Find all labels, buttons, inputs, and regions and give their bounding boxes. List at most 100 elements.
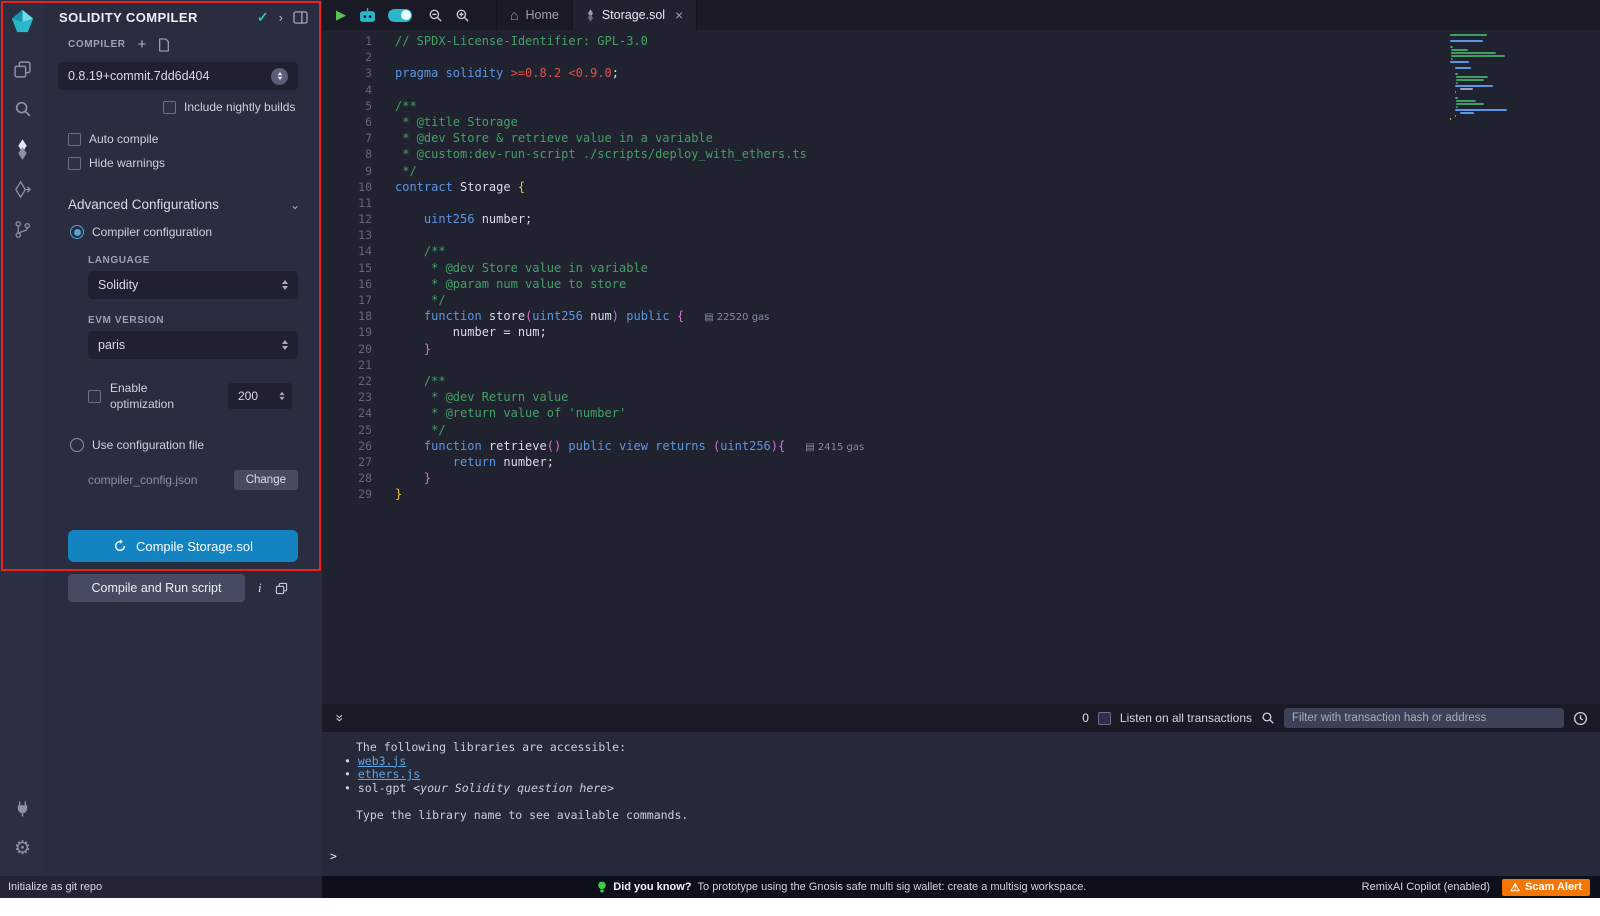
code-line: 21 <box>322 357 1600 373</box>
home-icon: ⌂ <box>510 7 518 23</box>
chevron-down-icon: ⌄ <box>290 198 300 212</box>
close-tab-icon[interactable]: × <box>675 7 683 23</box>
code-line: 13 <box>322 227 1600 243</box>
add-compiler-icon[interactable]: + <box>138 36 147 53</box>
config-filename: compiler_config.json <box>88 473 197 487</box>
pending-transactions-icon[interactable] <box>1573 711 1588 726</box>
info-icon[interactable]: i <box>258 580 262 596</box>
pin-panel-icon[interactable] <box>293 11 308 24</box>
code-line: 28 } <box>322 470 1600 486</box>
code-line: 25 */ <box>322 422 1600 438</box>
transaction-count: 0 <box>1082 711 1089 725</box>
auto-compile-checkbox[interactable] <box>68 133 81 146</box>
settings-gear-icon[interactable]: ⚙ <box>0 828 45 868</box>
plugin-manager-icon[interactable] <box>0 788 45 828</box>
copilot-status[interactable]: RemixAI Copilot (enabled) <box>1362 881 1490 893</box>
language-select[interactable]: Solidity <box>88 271 298 299</box>
copy-icon[interactable] <box>275 582 288 595</box>
compiler-version-select[interactable]: 0.8.19+commit.7dd6d404 <box>58 62 298 90</box>
solidity-compiler-icon[interactable] <box>0 129 45 169</box>
terminal-line: • ethers.js <box>322 768 1600 782</box>
terminal-search-icon[interactable] <box>1261 711 1275 725</box>
code-line: 27 return number; <box>322 454 1600 470</box>
compiler-configuration-radio[interactable] <box>70 225 84 239</box>
code-lines: 1// SPDX-License-Identifier: GPL-3.023pr… <box>322 30 1600 502</box>
lightbulb-icon <box>597 880 607 894</box>
code-line: 12 uint256 number; <box>322 211 1600 227</box>
change-config-button[interactable]: Change <box>234 470 298 490</box>
init-git-repo[interactable]: Initialize as git repo <box>8 881 102 893</box>
enable-optimization-checkbox[interactable] <box>88 390 101 403</box>
code-line: 18 function store(uint256 num) public {▤… <box>322 308 1600 324</box>
editor-tabbar: ▶ ⌂ Home Storage.sol × <box>322 0 1600 30</box>
ai-copilot-toggle[interactable] <box>388 9 412 22</box>
advanced-configurations-header[interactable]: Advanced Configurations ⌄ <box>45 197 322 212</box>
editor-minimap[interactable] <box>1450 34 1512 121</box>
search-icon[interactable] <box>0 89 45 129</box>
hide-warnings-label: Hide warnings <box>89 156 165 170</box>
zoom-in-icon[interactable] <box>455 8 470 23</box>
scam-alert-badge[interactable]: ⚠ Scam Alert <box>1502 879 1590 896</box>
use-configuration-file-label: Use configuration file <box>92 438 204 452</box>
terminal-line: • web3.js <box>322 755 1600 769</box>
deploy-run-icon[interactable] <box>0 169 45 209</box>
select-spinner-icon <box>282 280 288 290</box>
terminal-line <box>322 795 1600 809</box>
panel-title: SOLIDITY COMPILER <box>59 10 198 25</box>
code-line: 15 * @dev Store value in variable <box>322 260 1600 276</box>
code-line: 3pragma solidity >=0.8.2 <0.9.0; <box>322 65 1600 81</box>
compile-success-check-icon: ✓ <box>257 9 269 26</box>
did-you-know-label: Did you know? <box>613 881 691 893</box>
compile-button[interactable]: Compile Storage.sol <box>68 530 298 562</box>
code-line: 29} <box>322 486 1600 502</box>
code-line: 1// SPDX-License-Identifier: GPL-3.0 <box>322 33 1600 49</box>
listen-transactions-label: Listen on all transactions <box>1120 711 1252 725</box>
terminal-output: The following libraries are accessible:•… <box>322 741 1600 863</box>
git-icon[interactable] <box>0 209 45 249</box>
include-nightly-label: Include nightly builds <box>184 100 295 114</box>
tab-storage-sol[interactable]: Storage.sol × <box>573 0 697 30</box>
use-configuration-file-radio[interactable] <box>70 438 84 452</box>
code-line: 9 */ <box>322 163 1600 179</box>
terminal-library-link[interactable]: web3.js <box>358 754 406 768</box>
code-editor[interactable]: 1// SPDX-License-Identifier: GPL-3.023pr… <box>322 30 1600 704</box>
code-line: 7 * @dev Store & retrieve value in a var… <box>322 130 1600 146</box>
code-line: 6 * @title Storage <box>322 114 1600 130</box>
code-line: 19 number = num; <box>322 324 1600 340</box>
terminal[interactable]: The following libraries are accessible:•… <box>322 732 1600 876</box>
code-line: 2 <box>322 49 1600 65</box>
include-nightly-checkbox[interactable] <box>163 101 176 114</box>
terminal-line <box>322 823 1600 837</box>
chevron-right-icon[interactable]: › <box>279 10 283 25</box>
code-line: 17 */ <box>322 292 1600 308</box>
collapse-terminal-icon[interactable]: « <box>330 714 346 722</box>
enable-optimization-label: Enable optimization <box>110 380 194 412</box>
transaction-filter-input[interactable] <box>1284 708 1564 728</box>
zoom-out-icon[interactable] <box>428 8 443 23</box>
open-file-icon[interactable] <box>158 38 170 52</box>
tip-text: To prototype using the Gnosis safe multi… <box>698 881 1087 893</box>
terminal-line: • sol-gpt <your Solidity question here> <box>322 782 1600 796</box>
terminal-prompt: > <box>322 850 1600 864</box>
warning-icon: ⚠ <box>1510 881 1520 894</box>
hide-warnings-checkbox[interactable] <box>68 157 81 170</box>
main-area: ▶ ⌂ Home Storage.sol × 1// SPDX-Licens <box>322 0 1600 876</box>
tab-home[interactable]: ⌂ Home <box>496 0 573 30</box>
code-line: 8 * @custom:dev-run-script ./scripts/dep… <box>322 146 1600 162</box>
terminal-library-link[interactable]: ethers.js <box>358 767 420 781</box>
ai-copilot-icon[interactable] <box>359 8 376 23</box>
optimization-runs-input[interactable]: 200 <box>228 383 292 409</box>
refresh-icon <box>113 539 127 553</box>
run-script-play-button[interactable]: ▶ <box>336 7 346 23</box>
evm-version-select[interactable]: paris <box>88 331 298 359</box>
code-line: 5/** <box>322 98 1600 114</box>
code-line: 11 <box>322 195 1600 211</box>
select-spinner-icon <box>282 340 288 350</box>
compile-and-run-button[interactable]: Compile and Run script <box>68 574 245 602</box>
evm-version-label: EVM VERSION <box>88 315 322 326</box>
file-explorer-icon[interactable] <box>0 49 45 89</box>
remix-logo-icon[interactable] <box>9 8 36 35</box>
status-bar: Initialize as git repo Did you know? To … <box>0 876 1600 898</box>
listen-transactions-checkbox[interactable] <box>1098 712 1111 725</box>
code-line: 20 } <box>322 341 1600 357</box>
